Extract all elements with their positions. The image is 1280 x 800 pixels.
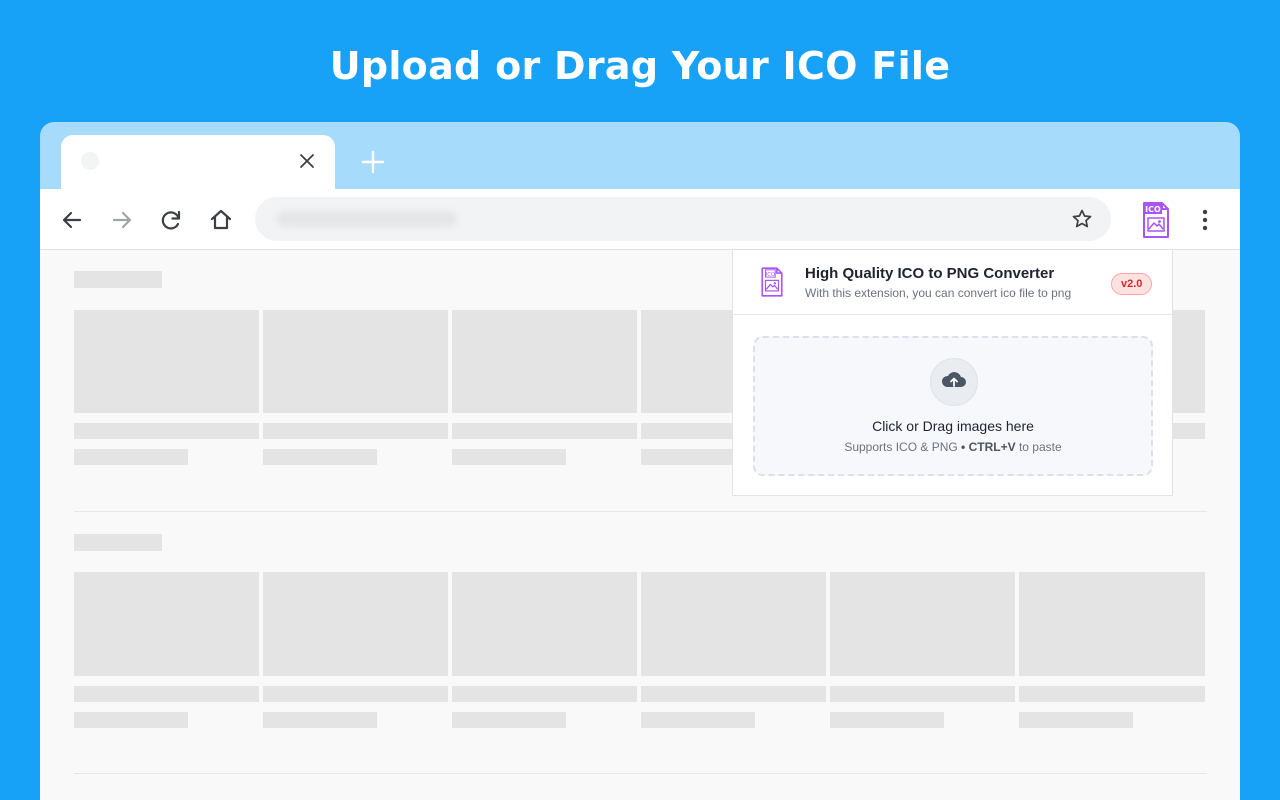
upload-cloud-icon bbox=[930, 358, 978, 406]
dropzone-paste-hint: to paste bbox=[1018, 440, 1062, 454]
paste-shortcut: CTRL+V bbox=[968, 440, 1016, 454]
home-button[interactable] bbox=[208, 207, 234, 233]
back-button[interactable] bbox=[59, 207, 85, 233]
browser-window: ICO ICO High Quality ICO to PNG Converte… bbox=[40, 122, 1240, 800]
ico-file-icon[interactable]: ICO bbox=[1140, 201, 1172, 239]
extension-popup: ICO High Quality ICO to PNG Converter Wi… bbox=[732, 250, 1173, 496]
arrow-right-icon bbox=[112, 211, 132, 229]
ico-file-icon: ICO bbox=[759, 264, 785, 300]
tab-favicon bbox=[81, 152, 99, 170]
kebab-menu-icon[interactable] bbox=[1193, 207, 1217, 233]
dropzone-subtitle: Supports ICO & PNG • CTRL+V to paste bbox=[755, 440, 1151, 454]
star-icon[interactable] bbox=[1071, 208, 1093, 230]
reload-icon bbox=[161, 210, 181, 230]
dropzone-formats: Supports ICO & PNG bbox=[844, 440, 958, 454]
browser-tab[interactable] bbox=[61, 135, 335, 191]
new-tab-button[interactable] bbox=[360, 149, 386, 175]
home-icon bbox=[210, 209, 232, 230]
page-headline: Upload or Drag Your ICO File bbox=[329, 44, 951, 88]
popup-title: High Quality ICO to PNG Converter bbox=[805, 265, 1055, 282]
address-bar[interactable] bbox=[255, 197, 1111, 241]
forward-button[interactable] bbox=[109, 207, 135, 233]
popup-header: ICO High Quality ICO to PNG Converter Wi… bbox=[733, 250, 1172, 315]
arrow-left-icon bbox=[62, 211, 82, 229]
svg-text:ICO: ICO bbox=[1145, 205, 1161, 214]
dropzone-title: Click or Drag images here bbox=[872, 418, 1034, 434]
svg-text:ICO: ICO bbox=[766, 272, 775, 278]
browser-toolbar: ICO bbox=[40, 189, 1240, 250]
url-text-blurred bbox=[277, 211, 457, 227]
reload-button[interactable] bbox=[158, 207, 184, 233]
plus-icon bbox=[361, 150, 385, 174]
version-badge: v2.0 bbox=[1111, 273, 1153, 295]
dropzone-separator: • bbox=[961, 440, 966, 454]
popup-description: With this extension, you can convert ico… bbox=[805, 286, 1072, 300]
close-icon[interactable] bbox=[297, 151, 317, 171]
upload-dropzone[interactable]: Click or Drag images here Supports ICO &… bbox=[753, 336, 1153, 476]
